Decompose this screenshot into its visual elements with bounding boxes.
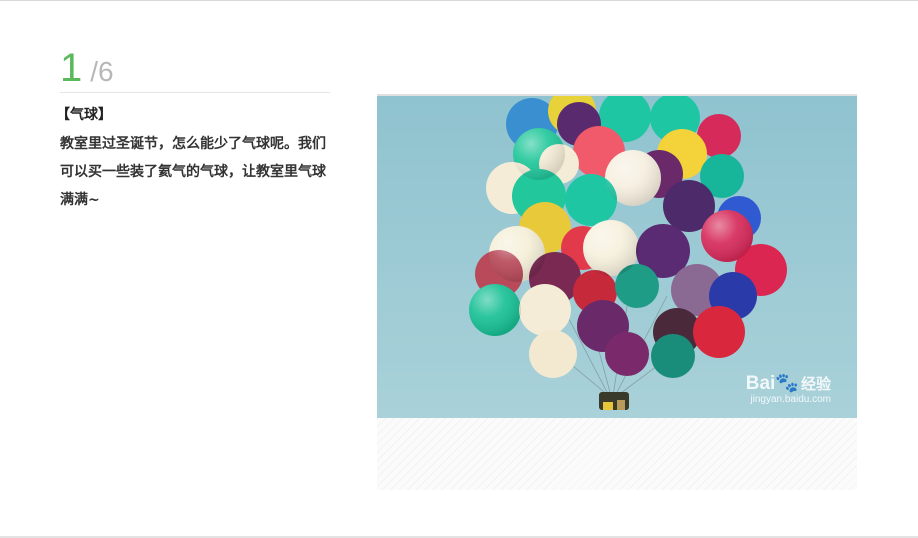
step-separator: /	[90, 56, 99, 87]
watermark-brand: Bai	[745, 373, 776, 394]
step-image-frame[interactable]: Bai🐾 经验 jingyan.baidu.com	[377, 94, 857, 490]
counter-divider	[60, 92, 330, 93]
baidu-watermark: Bai🐾 经验 jingyan.baidu.com	[746, 373, 831, 406]
step-counter: 1 / 6	[60, 46, 114, 90]
balloon-illustration	[377, 96, 857, 418]
current-step-number: 1	[60, 46, 83, 90]
image-caption-area	[377, 418, 857, 490]
paw-icon: 🐾	[775, 373, 799, 394]
step-description: 教室里过圣诞节，怎么能少了气球呢。我们可以买一些装了氦气的气球，让教室里气球满满…	[60, 136, 326, 208]
total-steps-number: 6	[98, 56, 114, 87]
balloon-photo[interactable]: Bai🐾 经验 jingyan.baidu.com	[377, 94, 857, 418]
slideshow-page: 1 / 6 【气球】 教室里过圣诞节，怎么能少了气球呢。我们可以买一些装了氦气的…	[0, 0, 918, 538]
basket-shape	[599, 392, 629, 410]
watermark-brand-sub: 经验	[800, 375, 831, 393]
watermark-site: jingyan.baidu.com	[750, 394, 831, 405]
step-title: 【气球】	[56, 107, 112, 123]
top-divider	[0, 0, 918, 1]
